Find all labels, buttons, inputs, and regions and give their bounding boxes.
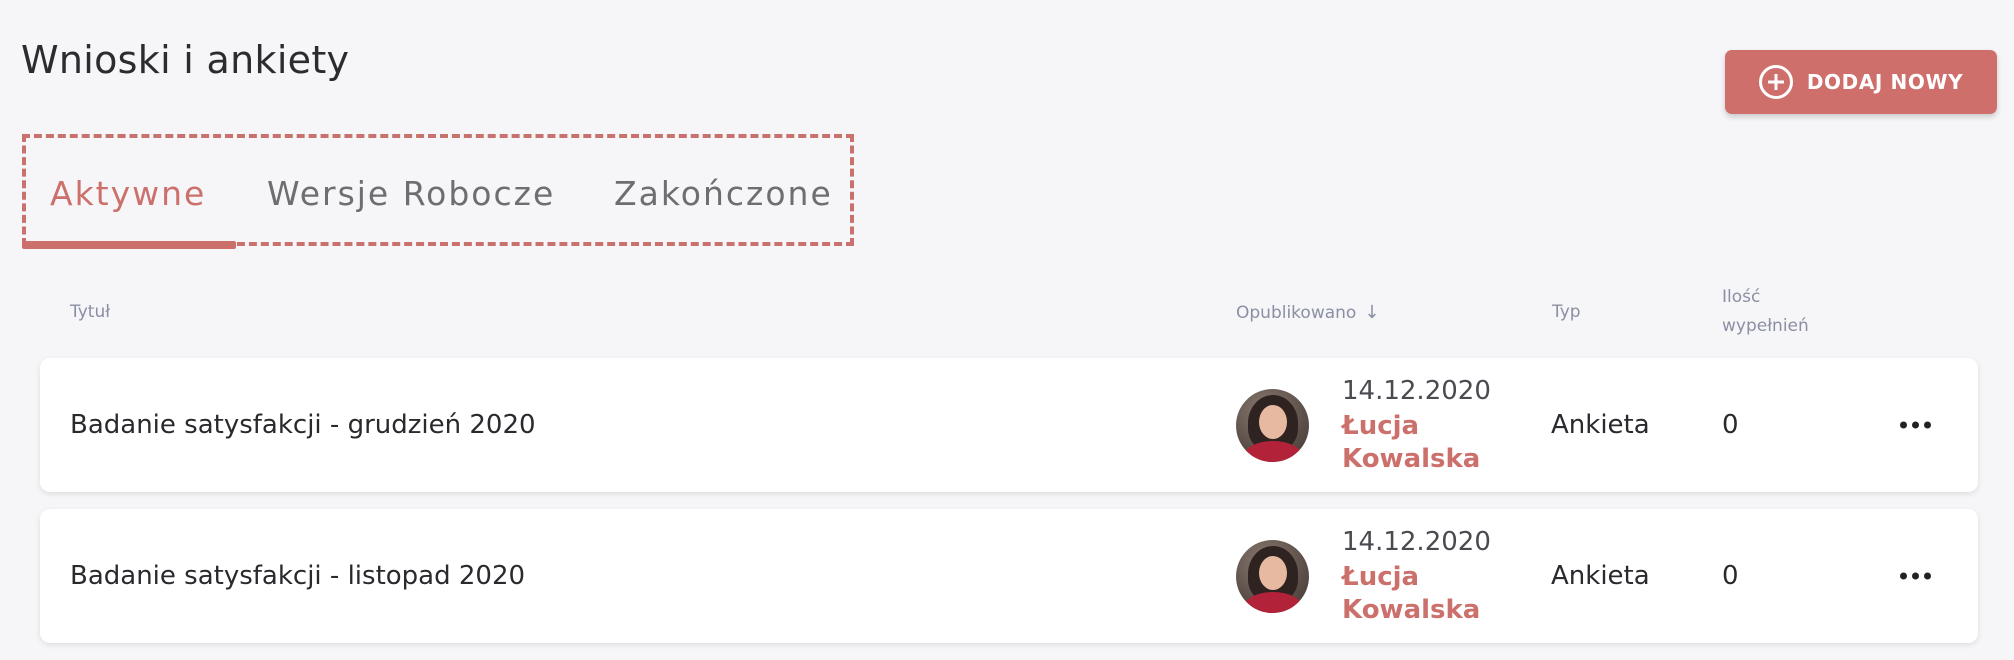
tab-finished[interactable]: Zakończone — [614, 174, 833, 213]
tab-drafts[interactable]: Wersje Robocze — [267, 174, 555, 213]
row-title: Badanie satysfakcji - listopad 2020 — [70, 561, 526, 591]
column-header-title[interactable]: Tytuł — [70, 298, 110, 327]
row-count: 0 — [1722, 561, 1739, 591]
row-count: 0 — [1722, 410, 1739, 440]
more-horizontal-icon[interactable] — [1900, 565, 1931, 588]
arrow-down-icon: ↓ — [1364, 302, 1380, 323]
add-new-label: DODAJ NOWY — [1806, 70, 1964, 94]
plus-circle-icon — [1758, 65, 1793, 99]
active-tab-underline — [22, 241, 236, 249]
row-date: 14.12.2020 — [1342, 376, 1491, 406]
tab-active[interactable]: Aktywne — [50, 174, 206, 213]
avatar — [1236, 540, 1309, 613]
column-header-count[interactable]: Ilość wypełnień — [1722, 283, 1809, 341]
column-header-count-line1: Ilość — [1722, 287, 1761, 307]
column-header-published-label: Opublikowano — [1236, 303, 1357, 323]
page-title: Wnioski i ankiety — [21, 38, 350, 82]
avatar — [1236, 389, 1309, 462]
add-new-button[interactable]: DODAJ NOWY — [1725, 50, 1997, 114]
row-date: 14.12.2020 — [1342, 527, 1491, 557]
row-type: Ankieta — [1551, 561, 1650, 591]
column-header-type[interactable]: Typ — [1552, 298, 1581, 327]
more-horizontal-icon[interactable] — [1900, 414, 1931, 437]
row-author[interactable]: Łucja Kowalska — [1342, 561, 1492, 627]
table-row[interactable]: Badanie satysfakcji - grudzień 2020 14.1… — [40, 358, 1978, 492]
row-title: Badanie satysfakcji - grudzień 2020 — [70, 410, 536, 440]
row-type: Ankieta — [1551, 410, 1650, 440]
column-header-count-line2: wypełnień — [1722, 316, 1809, 336]
row-author[interactable]: Łucja Kowalska — [1342, 410, 1492, 476]
column-header-published[interactable]: Opublikowano ↓ — [1236, 298, 1379, 328]
table-row[interactable]: Badanie satysfakcji - listopad 2020 14.1… — [40, 509, 1978, 643]
